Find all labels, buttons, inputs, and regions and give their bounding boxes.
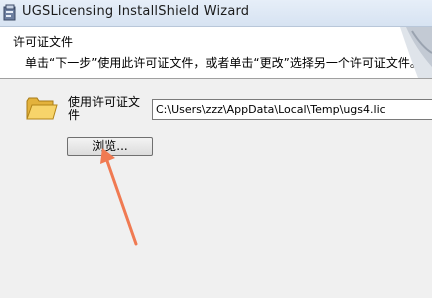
installer-icon: [3, 4, 16, 21]
annotation-arrow: [100, 148, 138, 246]
folder-icon: [26, 97, 58, 120]
page-title: 许可证文件: [13, 35, 74, 49]
title-bar: UGSLicensing InstallShield Wizard: [0, 0, 432, 27]
page-instructions: 单击“下一步”使用此许可证文件，或者单击“更改”选择另一个许可证文件。: [25, 56, 422, 70]
license-file-label: 使用许可证文件: [68, 95, 141, 122]
license-path-field[interactable]: [152, 99, 432, 120]
wizard-header: 许可证文件 单击“下一步”使用此许可证文件，或者单击“更改”选择另一个许可证文件…: [0, 27, 432, 79]
header-banner-image: [400, 27, 432, 78]
window-title: UGSLicensing InstallShield Wizard: [22, 4, 250, 19]
